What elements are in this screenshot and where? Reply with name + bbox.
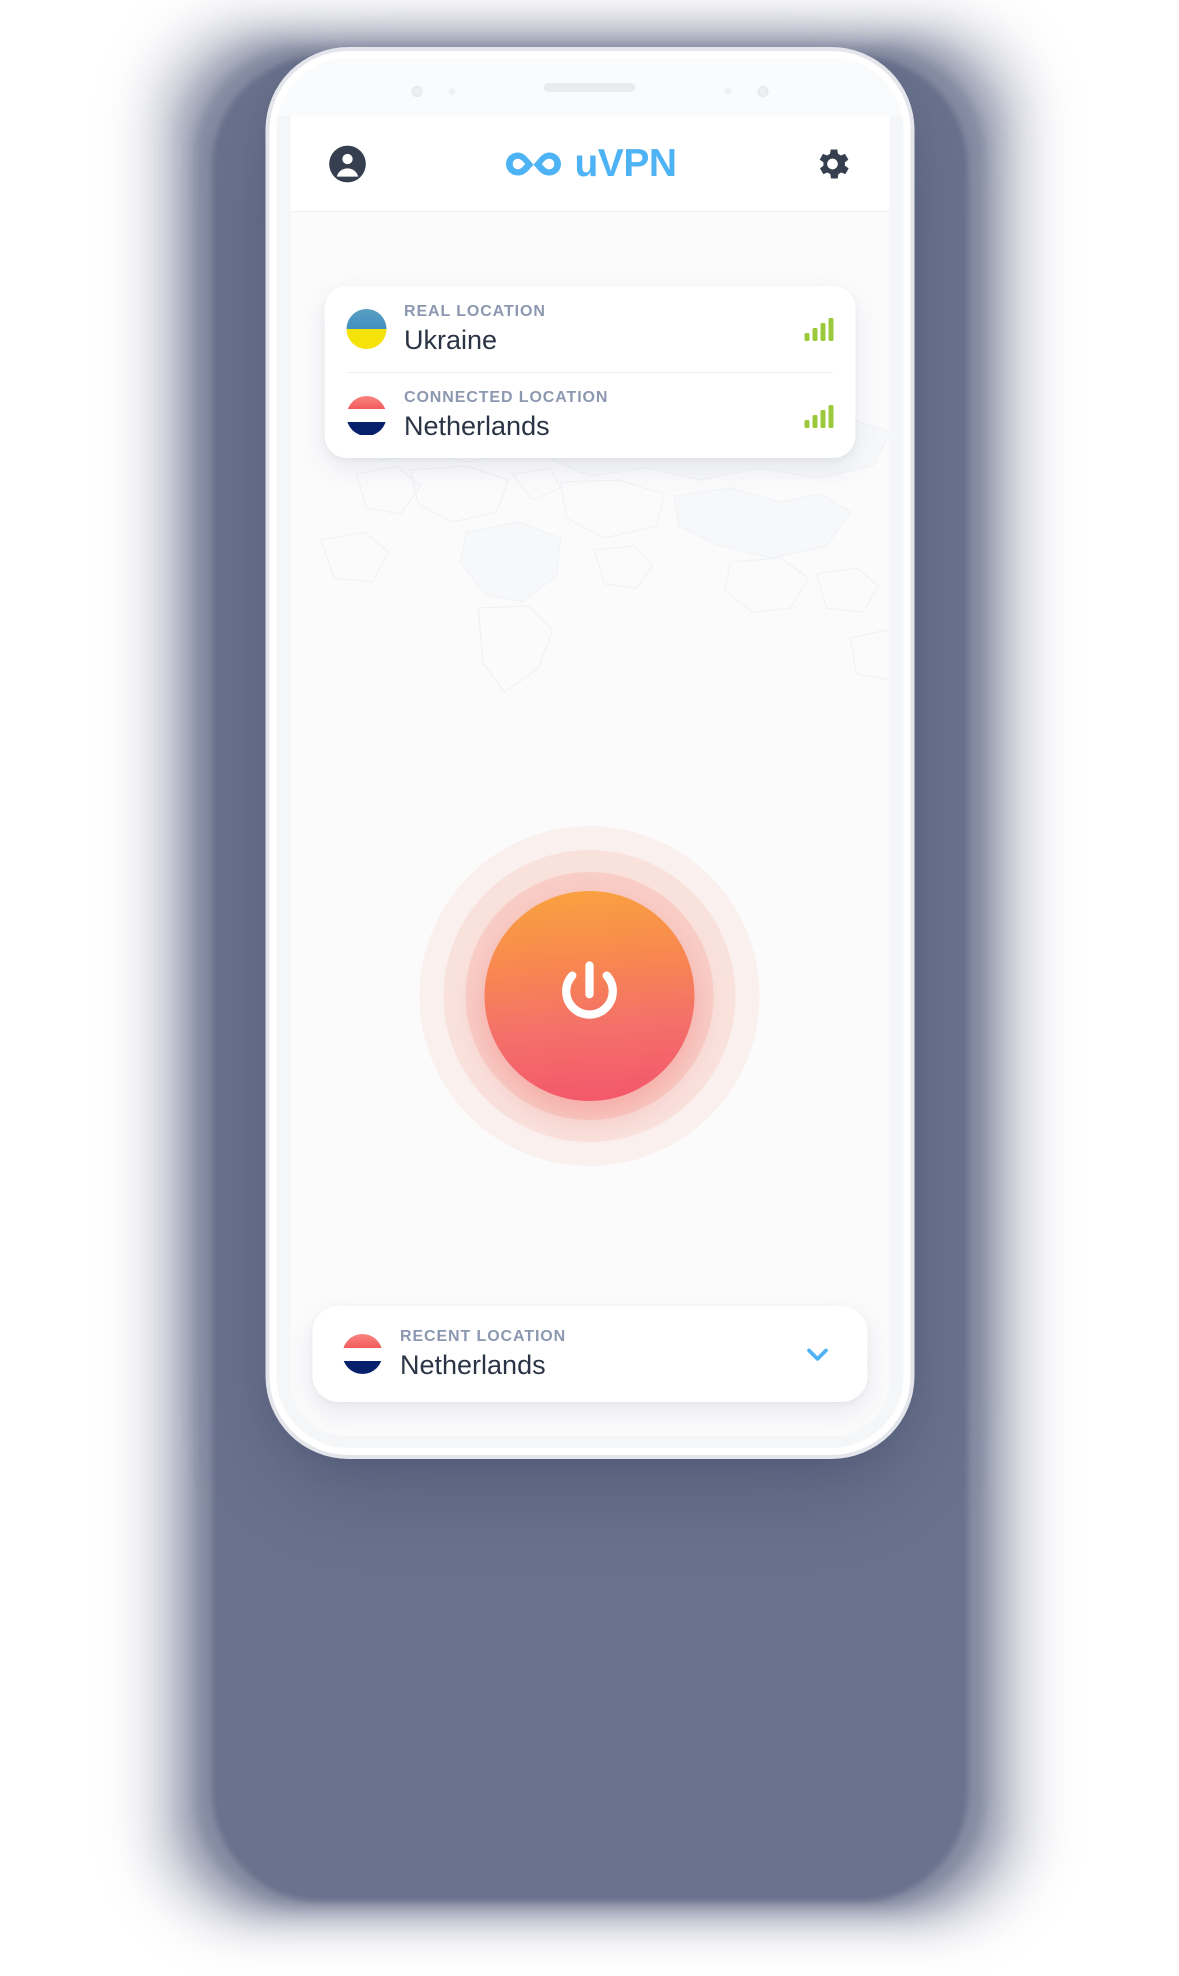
signal-bars-icon [804,404,833,428]
location-card: REAL LOCATION Ukraine CONNECTED LOCATION… [324,286,855,458]
real-location-row[interactable]: REAL LOCATION Ukraine [346,286,833,372]
flag-netherlands-icon [346,395,386,436]
app-screen: uVPN REAL LOCATION Ukraine CONNECTED LOC… [290,116,889,1436]
account-circle-icon [328,145,366,182]
recent-location-text: RECENT LOCATION Netherlands [400,1328,779,1381]
earpiece-speaker [543,83,636,92]
screenshot-stage: uVPN REAL LOCATION Ukraine CONNECTED LOC… [0,0,1179,1976]
gear-icon [819,149,849,178]
signal-bars-icon [804,317,833,341]
sensor-dot-icon [724,88,731,95]
flag-ukraine-icon [346,309,386,349]
sensor-dot-icon [448,88,455,95]
connected-location-value: Netherlands [404,411,550,441]
connected-location-row[interactable]: CONNECTED LOCATION Netherlands [346,372,833,458]
recent-location-label: RECENT LOCATION [400,1327,567,1345]
device-sensor-bar [276,58,903,116]
real-location-text: REAL LOCATION Ukraine [404,303,786,356]
app-header: uVPN [290,116,889,212]
phone-device-frame: uVPN REAL LOCATION Ukraine CONNECTED LOC… [276,58,903,1448]
real-location-label: REAL LOCATION [404,302,546,320]
profile-button[interactable] [324,141,370,187]
expand-recent-locations-button[interactable] [797,1334,837,1374]
power-toggle-button[interactable] [484,891,695,1101]
connected-location-text: CONNECTED LOCATION Netherlands [404,389,786,442]
real-location-value: Ukraine [404,324,498,355]
infinity-logo-icon [505,152,561,175]
brand-name: uVPN [574,141,677,185]
connected-location-label: CONNECTED LOCATION [404,389,609,406]
recent-location-value: Netherlands [400,1349,546,1380]
chevron-down-icon [806,1348,828,1361]
power-icon [562,961,617,1019]
camera-dot-icon [757,86,768,97]
recent-location-bar[interactable]: RECENT LOCATION Netherlands [312,1306,867,1402]
brand-logo: uVPN [370,142,809,186]
flag-netherlands-icon [342,1334,382,1374]
settings-button[interactable] [809,141,855,187]
camera-dot-icon [411,86,422,97]
power-button-area [419,826,760,1166]
